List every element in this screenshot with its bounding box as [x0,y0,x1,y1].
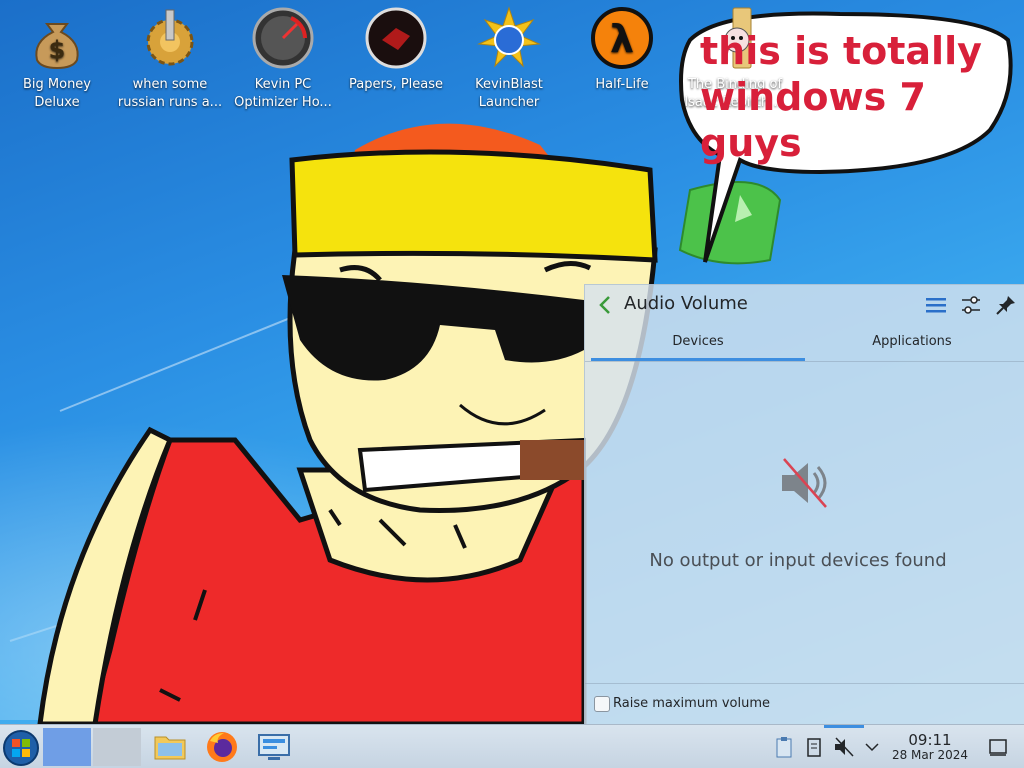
virtual-desktop-1[interactable] [43,728,91,766]
papers-please-icon [364,6,428,70]
hamburger-icon [926,298,946,313]
icon-label: KevinBlast [475,77,543,92]
desktop-icon-grid: $ Big Money Deluxe when some russian run… [0,6,786,118]
empty-state-message: No output or input devices found [649,550,947,571]
icon-label: Kevin PC [254,77,312,92]
audio-volume-popup: Audio Volume Devices Applications No out… [584,284,1024,724]
desktop-icon-half-life[interactable]: λ Half-Life [566,6,678,94]
firefox-icon [207,732,237,762]
icon-label: Optimizer Ho... [234,95,332,110]
clipboard-icon [776,737,792,758]
clock-date[interactable]: 28 Mar 2024 [883,748,977,762]
tab-divider [585,361,1024,362]
clock-time[interactable]: 09:11 [890,731,970,749]
svg-text:λ: λ [610,17,634,61]
expand-tray-button[interactable] [861,736,883,758]
lambda-icon: λ [590,6,654,70]
show-desktop-icon [989,739,1007,756]
file-manager-button[interactable] [152,729,188,765]
popup-title: Audio Volume [624,293,748,314]
system-settings-button[interactable] [256,729,292,765]
pin-icon [996,296,1015,315]
popup-footer: Raise maximum volume [585,683,1024,725]
desktop-icon-kevinblast-launcher[interactable]: KevinBlast Launcher [453,6,565,112]
desktop-icon-big-money-deluxe[interactable]: $ Big Money Deluxe [1,6,113,112]
desktop-icon-papers-please[interactable]: Papers, Please [340,6,452,94]
gear-icon [138,6,202,70]
system-settings-icon [258,734,290,760]
notes-icon [807,738,821,757]
virtual-desktop-2[interactable] [93,728,141,766]
show-desktop-button[interactable] [987,736,1009,758]
icon-label: Half-Life [595,77,649,92]
tab-devices[interactable]: Devices [591,329,805,361]
folder-icon [154,736,186,760]
icon-label: Launcher [478,95,540,110]
taskbar: 09:11 28 Mar 2024 [0,724,1024,768]
icon-label: Big Money [22,77,91,92]
speedometer-icon [251,6,315,70]
speech-bubble-line: this is totally [700,29,982,73]
windows-logo-icon [3,730,39,766]
icon-label: when some [132,77,208,92]
desktop-icon-kevin-pc-optimizer[interactable]: Kevin PC Optimizer Ho... [227,6,339,112]
notes-tray-button[interactable] [803,736,825,758]
popup-header: Audio Volume [585,285,1024,325]
wallpaper-glow [0,380,600,720]
svg-text:$: $ [49,36,66,64]
speech-bubble-line: windows 7 guys [700,75,926,165]
tab-applications[interactable]: Applications [805,329,1019,361]
chevron-down-icon [865,743,879,752]
sun-globe-icon [477,6,541,70]
icon-label: Papers, Please [348,77,444,92]
money-bag-icon: $ [25,6,89,70]
desktop-icon-russian[interactable]: when some russian runs a... [114,6,226,112]
clipboard-tray-button[interactable] [773,736,795,758]
speech-bubble-text: this is totally windows 7 guys [700,28,1000,166]
firefox-button[interactable] [204,729,240,765]
raise-max-volume-label[interactable]: Raise maximum volume [613,696,770,711]
raise-max-volume-checkbox[interactable] [594,696,610,712]
chevron-left-icon [599,296,610,314]
back-button[interactable] [595,294,615,316]
sliders-icon [962,296,980,314]
volume-muted-icon [778,455,834,511]
pin-button[interactable] [995,294,1017,316]
volume-muted-icon [835,737,854,757]
tab-bar: Devices Applications [591,329,1019,361]
icon-label: Deluxe [34,95,80,110]
icon-label: russian runs a... [117,95,223,110]
volume-tray-button[interactable] [833,736,855,758]
hamburger-menu-button[interactable] [925,294,947,316]
start-menu-button[interactable] [2,729,40,767]
configure-button[interactable] [960,294,982,316]
active-tray-indicator [824,725,864,728]
